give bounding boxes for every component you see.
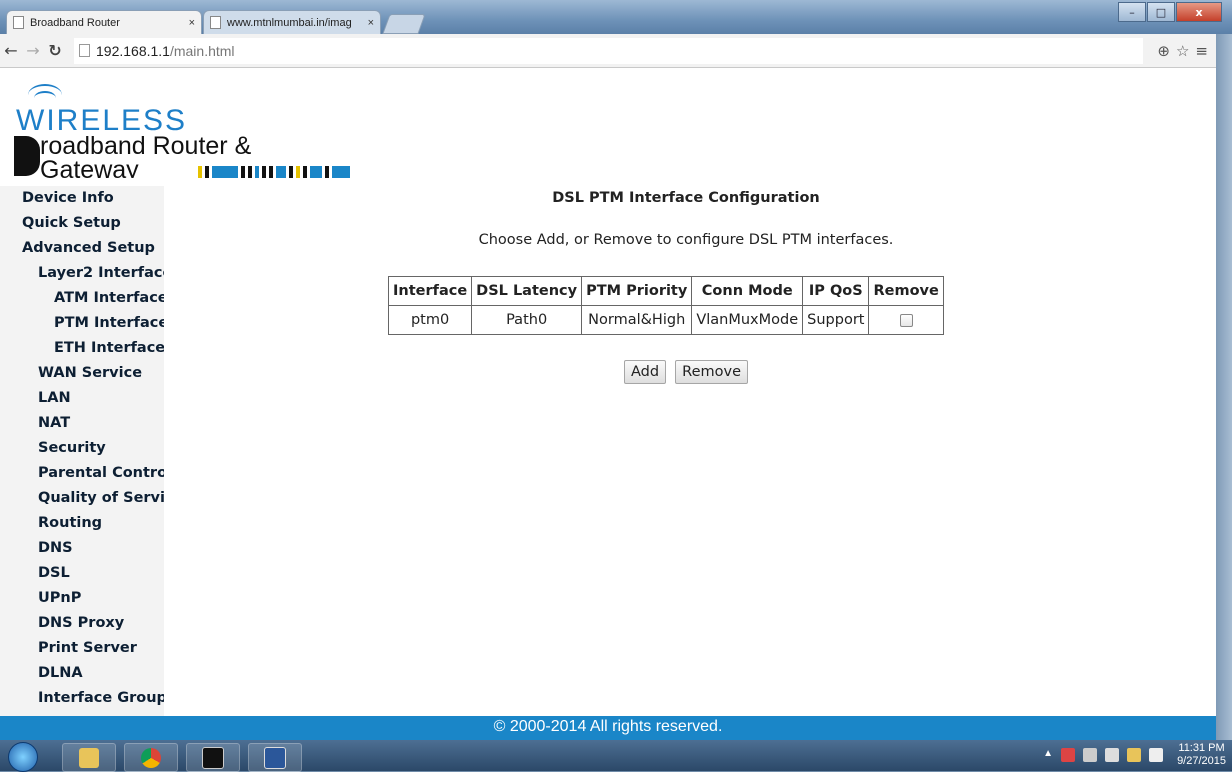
- forward-arrow-icon[interactable]: →: [22, 41, 44, 60]
- wifi-arc-icon: [34, 91, 56, 105]
- tab-close-icon[interactable]: ×: [368, 17, 374, 29]
- column-header: IP QoS: [802, 276, 870, 306]
- sidebar-item-quick-setup[interactable]: Quick Setup: [0, 211, 164, 236]
- zoom-icon[interactable]: ⊕: [1157, 42, 1170, 60]
- page-icon: [210, 16, 221, 29]
- bookmark-star-icon[interactable]: ☆: [1176, 42, 1189, 60]
- sidebar-item-nat[interactable]: NAT: [0, 411, 164, 436]
- page-icon: [13, 16, 24, 29]
- cell-dsl-latency: Path0: [471, 305, 583, 335]
- system-tray: ▲ 11:31 PM 9/27/2015: [1035, 742, 1226, 768]
- window-edge-scrollbar[interactable]: [1216, 34, 1232, 740]
- close-window-button[interactable]: x: [1176, 2, 1222, 22]
- folder-icon: [79, 747, 99, 768]
- sidebar-item-eth-interface[interactable]: ETH Interface: [0, 336, 164, 361]
- minimize-button[interactable]: –: [1118, 2, 1146, 22]
- reload-icon[interactable]: ↻: [44, 41, 66, 60]
- table-header-row: Interface DSL Latency PTM Priority Conn …: [387, 276, 944, 306]
- volume-icon[interactable]: [1149, 748, 1164, 762]
- cell-interface: ptm0: [387, 305, 473, 335]
- sidebar-item-security[interactable]: Security: [0, 436, 164, 461]
- remove-checkbox[interactable]: [899, 313, 913, 327]
- router-logo: WIRELESS roadband Router & Gateway: [10, 74, 430, 184]
- taskbar-clock[interactable]: 11:31 PM 9/27/2015: [1177, 742, 1226, 768]
- cell-ip-qos: Support: [802, 305, 870, 335]
- sidebar-item-dns-proxy[interactable]: DNS Proxy: [0, 611, 164, 636]
- logo-b-glyph: [14, 136, 40, 176]
- main-panel: DSL PTM Interface Configuration Choose A…: [164, 186, 1216, 706]
- tab-title: www.mtnlmumbai.in/imag: [227, 16, 352, 29]
- windows-taskbar: ▲ 11:31 PM 9/27/2015: [0, 740, 1232, 772]
- word-icon: [264, 746, 286, 769]
- sidebar-item-print-server[interactable]: Print Server: [0, 636, 164, 661]
- start-button[interactable]: [8, 742, 38, 772]
- terminal-icon: [202, 746, 224, 769]
- remove-button[interactable]: Remove: [675, 360, 748, 384]
- cell-remove: [868, 305, 944, 335]
- sidebar-item-quality-of-service[interactable]: Quality of Service: [0, 486, 164, 511]
- url-path: /main.html: [169, 42, 235, 59]
- chrome-icon: [141, 747, 161, 768]
- menu-icon[interactable]: ≡: [1195, 42, 1208, 60]
- cmd-taskbar-button[interactable]: [186, 743, 240, 772]
- word-taskbar-button[interactable]: [248, 743, 302, 772]
- chrome-taskbar-button[interactable]: [124, 743, 178, 772]
- sidebar-item-wan-service[interactable]: WAN Service: [0, 361, 164, 386]
- column-header: DSL Latency: [471, 276, 583, 306]
- show-hidden-icons-icon[interactable]: ▲: [1043, 748, 1053, 762]
- explorer-taskbar-button[interactable]: [62, 743, 116, 772]
- url-host: 192.168.1.1: [96, 42, 170, 59]
- wifi-icon[interactable]: [1127, 748, 1142, 762]
- add-button[interactable]: Add: [623, 360, 667, 384]
- sidebar-item-dns[interactable]: DNS: [0, 536, 164, 561]
- network-icon[interactable]: [1083, 748, 1098, 762]
- sidebar-item-lan[interactable]: LAN: [0, 386, 164, 411]
- sidebar-item-layer2-interface[interactable]: Layer2 Interface: [0, 261, 164, 286]
- tab-close-icon[interactable]: ×: [189, 17, 195, 29]
- logo-bars: [198, 164, 353, 178]
- sidebar-item-advanced-setup[interactable]: Advanced Setup: [0, 236, 164, 261]
- clock-time: 11:31 PM: [1178, 742, 1225, 754]
- sidebar-item-parental-control[interactable]: Parental Control: [0, 461, 164, 486]
- toolbar-actions: ⊕ ☆ ≡: [1151, 42, 1208, 60]
- tab-mtnlmumbai[interactable]: www.mtnlmumbai.in/imag ×: [203, 10, 381, 34]
- battery-icon[interactable]: [1105, 748, 1120, 762]
- column-header: Interface: [387, 276, 473, 306]
- browser-toolbar: ← → ↻ 192.168.1.1/main.html ⊕ ☆ ≡: [0, 34, 1216, 68]
- column-header: Remove: [868, 276, 944, 306]
- window-controls: – □ x: [1117, 2, 1222, 22]
- new-tab-button[interactable]: [382, 14, 426, 34]
- page-icon: [79, 44, 90, 57]
- clock-date: 9/27/2015: [1177, 755, 1226, 767]
- footer-copyright: © 2000-2014 All rights reserved.: [493, 718, 723, 735]
- column-header: Conn Mode: [691, 276, 804, 306]
- back-arrow-icon[interactable]: ←: [0, 41, 22, 60]
- tab-title: Broadband Router: [30, 16, 120, 29]
- maximize-button[interactable]: □: [1147, 2, 1175, 22]
- sidebar-item-dsl[interactable]: DSL: [0, 561, 164, 586]
- address-bar[interactable]: 192.168.1.1/main.html: [74, 37, 1144, 64]
- browser-titlebar: Broadband Router × www.mtnlmumbai.in/ima…: [0, 0, 1232, 34]
- cell-ptm-priority: Normal&High: [581, 305, 693, 335]
- page-content: WIRELESS roadband Router & Gateway Devic…: [0, 68, 1216, 740]
- action-center-icon[interactable]: [1061, 748, 1076, 762]
- sidebar-item-dlna[interactable]: DLNA: [0, 661, 164, 686]
- sidebar-item-device-info[interactable]: Device Info: [0, 186, 164, 211]
- ptm-interface-table: Interface DSL Latency PTM Priority Conn …: [387, 276, 944, 335]
- instruction-text: Choose Add, or Remove to configure DSL P…: [478, 232, 894, 248]
- sidebar-menu: Device Info Quick Setup Advanced Setup L…: [0, 186, 164, 740]
- page-title: DSL PTM Interface Configuration: [552, 190, 820, 206]
- sidebar-item-upnp[interactable]: UPnP: [0, 586, 164, 611]
- cell-conn-mode: VlanMuxMode: [691, 305, 804, 335]
- sidebar-item-atm-interface[interactable]: ATM Interface: [0, 286, 164, 311]
- table-row: ptm0 Path0 Normal&High VlanMuxMode Suppo…: [387, 305, 944, 335]
- sidebar-item-ptm-interface[interactable]: PTM Interface: [0, 311, 164, 336]
- sidebar-item-routing[interactable]: Routing: [0, 511, 164, 536]
- column-header: PTM Priority: [581, 276, 693, 306]
- sidebar-item-interface-grouping[interactable]: Interface Grouping: [0, 686, 164, 711]
- tab-broadband-router[interactable]: Broadband Router ×: [6, 10, 202, 34]
- action-buttons: Add Remove: [164, 360, 1208, 384]
- logo-line2: Gateway: [40, 156, 139, 178]
